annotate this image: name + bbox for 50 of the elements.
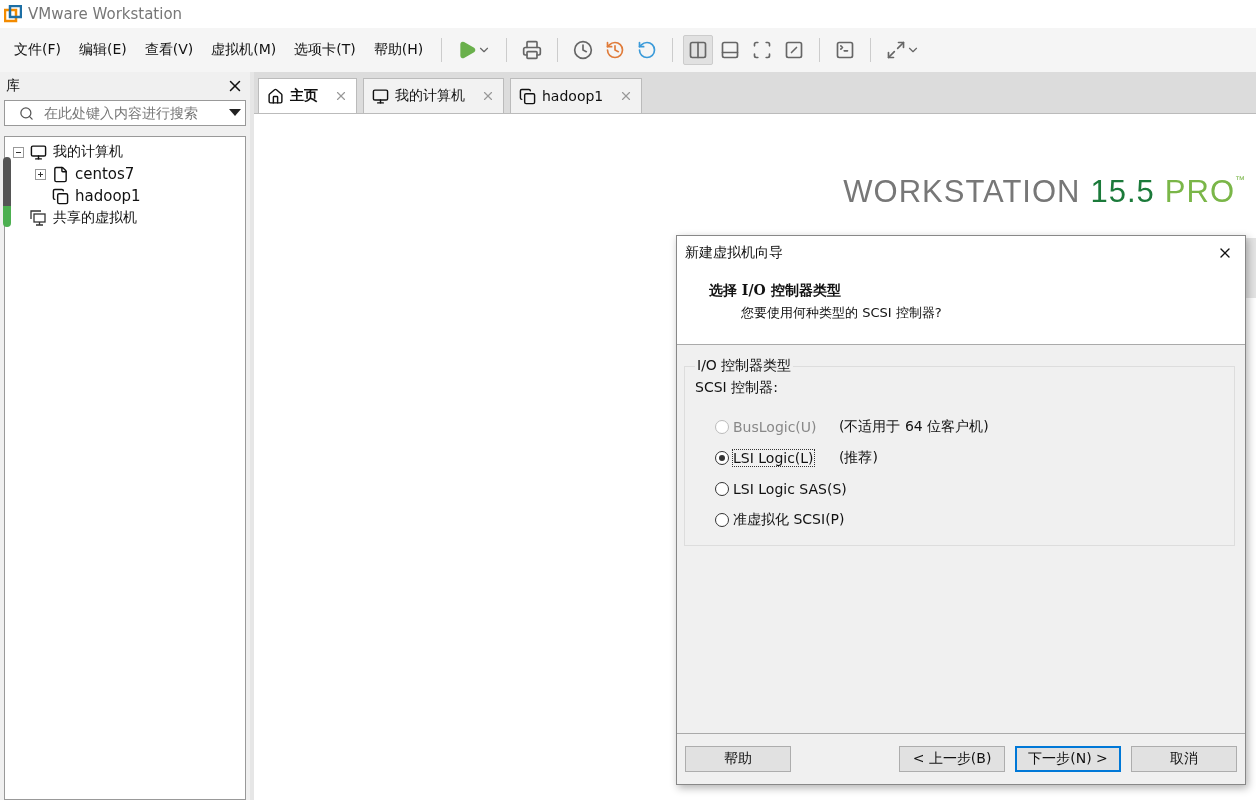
dialog-subheading: 您要使用何种类型的 SCSI 控制器?	[741, 304, 943, 322]
tree-item[interactable]: 共享的虚拟机	[53, 209, 137, 227]
menu-item[interactable]: 文件(F)	[6, 37, 69, 63]
dialog-button[interactable]: 下一步(N) >	[1015, 746, 1121, 772]
home-icon	[267, 87, 284, 105]
option-label[interactable]: 准虚拟化 SCSI(P)	[733, 510, 845, 527]
dialog-button[interactable]: 取消	[1131, 746, 1237, 772]
menu-item[interactable]: 选项卡(T)	[286, 37, 364, 63]
dialog-title: 新建虚拟机向导	[685, 244, 783, 262]
window-title: VMware Workstation	[28, 5, 183, 23]
stacked-monitors-icon	[30, 209, 47, 227]
option-label[interactable]: LSI Logic SAS(S)	[733, 480, 847, 497]
expand-toggle[interactable]	[13, 146, 24, 158]
menu-item[interactable]: 虚拟机(M)	[203, 37, 285, 63]
dialog-button[interactable]: 帮助	[685, 746, 791, 772]
dialog-heading: 选择 I/O 控制器类型	[709, 282, 842, 300]
monitor-icon	[30, 143, 47, 161]
search-icon	[19, 105, 34, 121]
dropdown-arrow-icon[interactable]	[229, 109, 241, 117]
option-note: (不适用于 64 位客户机)	[839, 417, 989, 436]
option-label[interactable]: LSI Logic(L)	[733, 449, 814, 466]
diagonal-arrows-icon	[886, 40, 907, 60]
document-icon	[52, 165, 69, 183]
menu-item[interactable]: 查看(V)	[136, 37, 202, 63]
scrollbar-icon[interactable]	[3, 157, 11, 227]
copy-icon	[519, 87, 536, 105]
library-title: 库	[6, 77, 20, 95]
option-note: (推荐)	[839, 448, 878, 467]
app-logo-icon	[4, 5, 22, 23]
dialog-button[interactable]: < 上一步(B)	[899, 746, 1005, 772]
sidebar-layout-icon[interactable]	[683, 35, 714, 65]
play-icon	[457, 40, 478, 60]
radio-button[interactable]	[715, 450, 729, 465]
tab[interactable]: hadoop1	[510, 78, 643, 113]
radio-button[interactable]	[715, 481, 729, 496]
tab[interactable]: 主页	[258, 78, 357, 113]
tree-item[interactable]: hadoop1	[75, 187, 141, 205]
monitor-icon	[372, 87, 389, 105]
copy-icon	[52, 187, 69, 205]
menu-item[interactable]: 帮助(H)	[365, 37, 432, 63]
tree-item[interactable]: centos7	[75, 165, 135, 183]
tab[interactable]: 我的计算机	[363, 78, 504, 113]
radio-button[interactable]	[715, 512, 729, 527]
product-logo: WORKSTATION 15.5 PRO™	[843, 174, 1246, 210]
group-label: SCSI 控制器:	[695, 379, 779, 397]
search-field[interactable]: 在此处键入内容进行搜索	[4, 100, 246, 126]
menu-item[interactable]: 编辑(E)	[71, 37, 135, 63]
tree-item[interactable]: 我的计算机	[53, 143, 123, 161]
group-title: I/O 控制器类型	[696, 357, 793, 375]
expand-toggle[interactable]	[35, 168, 46, 180]
